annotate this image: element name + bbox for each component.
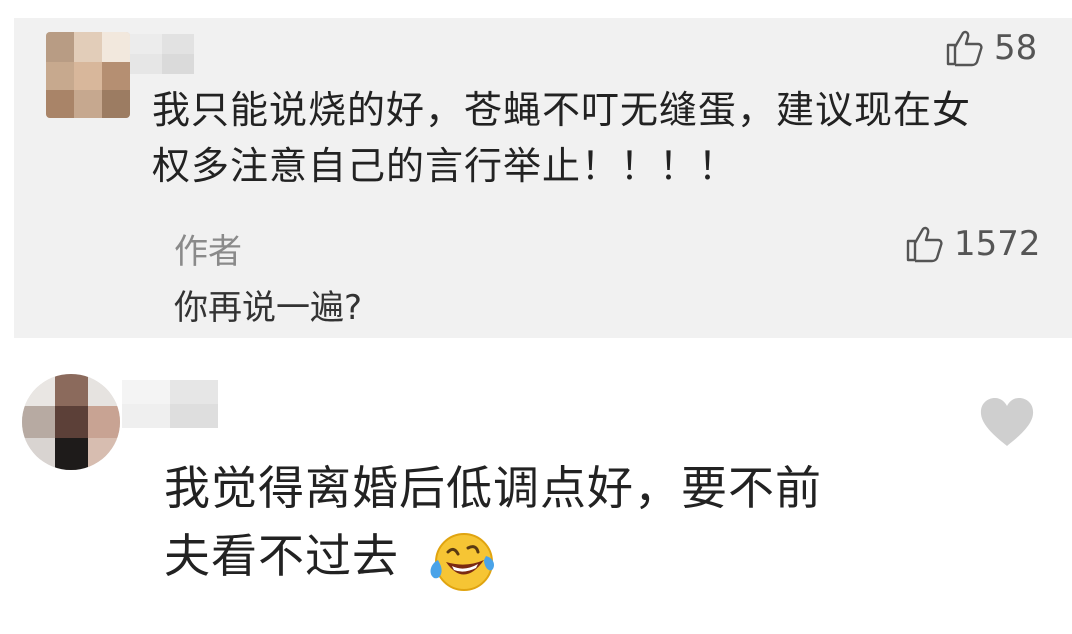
comment-text-line: 我只能说烧的好，苍蝇不叮无缝蛋，建议现在女	[152, 88, 972, 132]
reply-like-count: 1572	[954, 224, 1041, 264]
reply-author[interactable]: 作者	[174, 224, 242, 273]
comment-text: 我只能说烧的好，苍蝇不叮无缝蛋，建议现在女 权多注意自己的言行举止！！！！	[152, 82, 1032, 194]
comment-text-line: 夫看不过去	[164, 529, 399, 583]
thumbs-up-icon	[946, 30, 983, 67]
username-blurred[interactable]	[122, 380, 218, 428]
laughing-crying-emoji	[426, 530, 498, 598]
avatar[interactable]	[46, 32, 130, 118]
like-count: 58	[994, 28, 1038, 68]
comment-text-line: 我觉得离婚后低调点好，要不前	[164, 461, 822, 515]
top-strip	[0, 0, 1072, 18]
reply-text: 你再说一遍?	[174, 288, 363, 328]
avatar[interactable]	[22, 374, 120, 470]
username-blurred[interactable]	[130, 34, 194, 74]
heart-icon[interactable]	[978, 396, 1036, 452]
comment-text: 我觉得离婚后低调点好，要不前 夫看不过去	[164, 454, 964, 590]
comment-text-line: 权多注意自己的言行举止！！！！	[152, 144, 738, 188]
thumbs-up-icon	[906, 226, 943, 263]
reply-like-button[interactable]: 1572	[904, 224, 1041, 264]
like-button[interactable]: 58	[944, 28, 1037, 68]
